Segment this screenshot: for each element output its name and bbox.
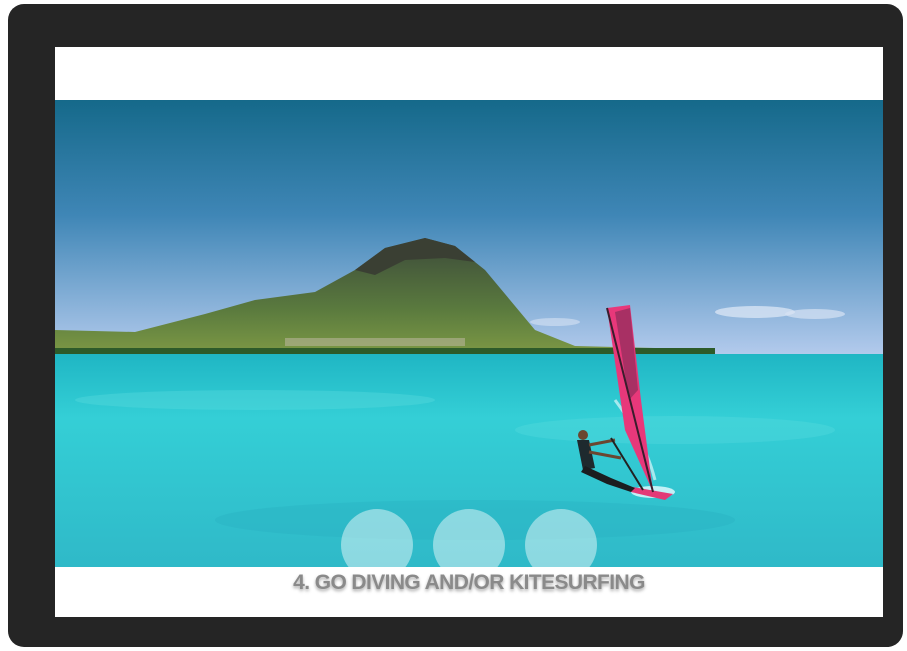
slide-screen: 4. GO DIVING AND/OR KITESURFING bbox=[55, 47, 883, 617]
device-frame: 4. GO DIVING AND/OR KITESURFING bbox=[8, 4, 903, 647]
slide-photo bbox=[55, 100, 883, 567]
slide-caption: 4. GO DIVING AND/OR KITESURFING bbox=[293, 571, 645, 594]
